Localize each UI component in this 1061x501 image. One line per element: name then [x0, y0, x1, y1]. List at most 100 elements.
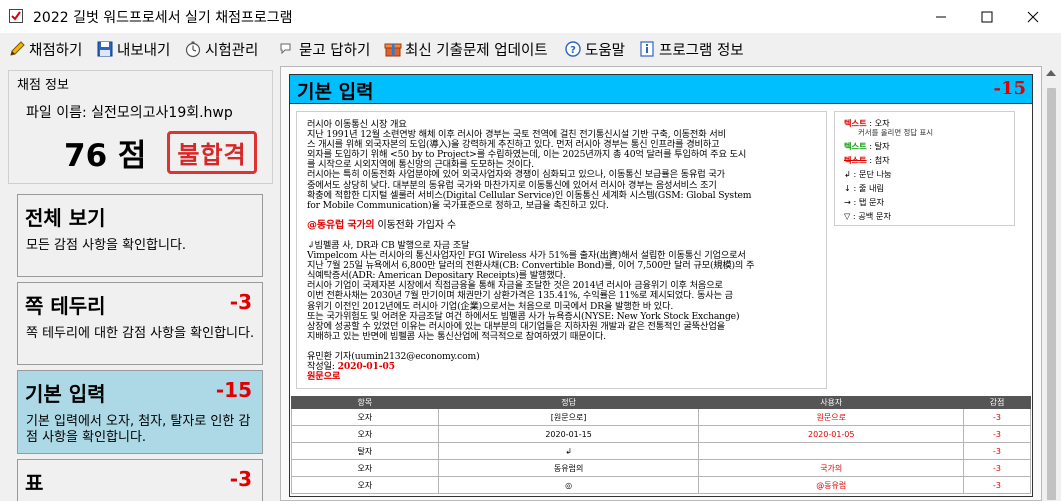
doc-heading-rest: 이동전화 가입자 수 — [374, 219, 457, 231]
table-row[interactable]: 오자 2020-01-15 2020-01-05 -3 — [291, 425, 1031, 443]
menu-qna[interactable]: 묻고 답하기 — [278, 38, 370, 60]
menu-label: 내보내기 — [117, 42, 171, 59]
legend-tab: → : 탭 문자 — [844, 197, 885, 207]
legend-paragraph: ↲ : 문단 나눔 — [844, 169, 892, 179]
card-title: 기본 입력 — [25, 382, 106, 406]
cell-answer: ◎ — [437, 476, 700, 494]
cell-deduct: -3 — [963, 408, 1031, 426]
table-row[interactable]: 오자 [원문으로] 원문으로 -3 — [291, 408, 1031, 426]
menu-bar: 채점하기 내보내기 시험관리 묻고 답하기 최신 기출문제 업데이트 ? 도움말… — [0, 33, 1061, 63]
pencil-icon — [8, 40, 26, 58]
minimize-icon — [936, 16, 946, 17]
menu-help[interactable]: ? 도움말 — [564, 38, 625, 60]
legend-missing: 텍스트 : 탈자 — [844, 140, 890, 152]
header-user[interactable]: 사용자 — [698, 396, 965, 409]
card-description: 모든 감점 사항을 확인합니다. — [26, 238, 187, 253]
doc-heading-typo[interactable]: @동유럽 국가의 — [307, 220, 375, 231]
cell-item: 오자 — [291, 476, 439, 494]
card-basic-input[interactable]: 기본 입력 -15 기본 입력에서 오자, 첨자, 탈자로 인한 감점 사항을 … — [17, 370, 263, 454]
chat-icon — [278, 40, 296, 58]
info-icon — [638, 40, 656, 58]
score-info-group: 채점 정보 파일 이름: 실전모의고사19회.hwp 76 점 불합격 — [8, 70, 273, 184]
header-answer[interactable]: 정답 — [437, 396, 700, 409]
score-info-legend: 채점 정보 — [17, 78, 69, 93]
legend-missing-sample: 텍스트 — [844, 141, 867, 151]
close-icon — [1027, 11, 1039, 22]
table-header-row: 항목 정답 사용자 감점 — [291, 396, 1031, 409]
legend-space: ▽ : 공백 문자 — [844, 211, 891, 221]
maximize-button[interactable] — [964, 0, 1010, 33]
header-deduct[interactable]: 감점 — [963, 396, 1031, 409]
doc-line: 이번 전환사채는 2030년 7월 만기이며 채권만기 상환가격은 135.41… — [307, 290, 733, 302]
timer-icon — [184, 40, 202, 58]
menu-about[interactable]: 프로그램 정보 — [638, 38, 744, 60]
cell-answer: 동유럽의 — [437, 459, 700, 477]
close-button[interactable] — [1010, 0, 1056, 33]
cell-user: @동유럽 — [698, 476, 965, 494]
menu-grade[interactable]: 채점하기 — [8, 38, 82, 60]
legend-linebreak: ↓ : 줄 내림 — [844, 183, 885, 193]
doc-date-line: 작성일: 2020-01-05 — [307, 361, 822, 372]
card-deduction: -3 — [229, 467, 252, 491]
section-title: 기본 입력 — [297, 81, 374, 103]
card-title: 표 — [25, 471, 44, 495]
menu-label: 묻고 답하기 — [299, 42, 371, 59]
score-value: 76 점 — [64, 138, 147, 174]
card-title: 쪽 테두리 — [25, 294, 106, 318]
gift-icon — [384, 40, 402, 58]
save-icon — [96, 40, 114, 58]
app-icon — [9, 9, 23, 23]
header-item[interactable]: 항목 — [291, 396, 439, 409]
menu-label: 최신 기출문제 업데이트 — [405, 42, 548, 59]
scroll-thumb[interactable] — [1047, 88, 1056, 500]
title-bar: 2022 길벗 워드프로세서 실기 채점프로그램 — [0, 0, 1061, 33]
cell-deduct: -3 — [963, 476, 1031, 494]
cell-deduct: -3 — [963, 459, 1031, 477]
cell-deduct: -3 — [963, 442, 1031, 460]
svg-text:?: ? — [570, 45, 576, 56]
legend-extra-sample: 텍스트 — [844, 155, 867, 165]
section-header: 기본 입력 -15 — [289, 74, 1033, 104]
table-row[interactable]: 오자 ◎ @동유럽 -3 — [291, 476, 1031, 494]
fail-stamp-text: 불합격 — [177, 141, 247, 169]
cell-answer: [원문으로] — [437, 408, 700, 426]
legend-box: 텍스트 : 오자 커서를 올리면 정답 표시 텍스트 : 탈자 텍스트 : 첨자… — [834, 111, 1015, 226]
card-deduction: -15 — [215, 378, 252, 402]
card-all-view[interactable]: 전체 보기 모든 감점 사항을 확인합니다. — [17, 194, 263, 277]
menu-label: 시험관리 — [205, 42, 259, 59]
menu-label: 채점하기 — [29, 42, 83, 59]
table-row[interactable]: 오자 동유럽의 국가의 -3 — [291, 459, 1031, 477]
window-title: 2022 길벗 워드프로세서 실기 채점프로그램 — [33, 10, 293, 26]
file-name: 파일 이름: 실전모의고사19회.hwp — [26, 105, 233, 121]
card-table[interactable]: 표 -3 — [17, 459, 263, 501]
menu-export[interactable]: 내보내기 — [96, 38, 170, 60]
cell-user: 2020-01-05 — [698, 425, 965, 443]
cell-item: 탈자 — [291, 442, 439, 460]
document-preview: 러시아 이동통신 시장 개요 지난 1991년 12월 소련연방 해체 이후 러… — [296, 111, 827, 389]
card-title: 전체 보기 — [25, 206, 106, 230]
vertical-scrollbar[interactable] — [1042, 66, 1061, 501]
doc-date-typo[interactable]: 2020-01-05 — [338, 361, 395, 372]
cell-answer: ↲ — [437, 442, 700, 460]
minimize-button[interactable] — [918, 0, 964, 33]
scroll-up-icon[interactable] — [1046, 70, 1056, 76]
card-description: 기본 입력에서 오자, 첨자, 탈자로 인한 감점 사항을 확인합니다. — [26, 414, 251, 445]
doc-source-typo[interactable]: 원문으로 — [307, 371, 822, 382]
table-row[interactable]: 탈자 ↲ -3 — [291, 442, 1031, 460]
legend-missing-name: : 탈자 — [866, 141, 890, 151]
card-description: 쪽 테두리에 대한 감점 사항을 확인합니다. — [26, 326, 255, 341]
doc-heading: @동유럽 국가의 이동전화 가입자 수 — [307, 219, 822, 231]
menu-exam[interactable]: 시험관리 — [184, 38, 258, 60]
menu-label: 도움말 — [585, 42, 626, 59]
card-page-border[interactable]: 쪽 테두리 -3 쪽 테두리에 대한 감점 사항을 확인합니다. — [17, 282, 263, 365]
legend-typo-sub: 커서를 올리면 정답 표시 — [858, 128, 934, 137]
result-table: 항목 정답 사용자 감점 오자 [원문으로] 원문으로 -3 오자 2020-0… — [291, 396, 1031, 494]
cell-item: 오자 — [291, 425, 439, 443]
app-window: 2022 길벗 워드프로세서 실기 채점프로그램 채점하기 내보내기 시험관리 … — [0, 0, 1061, 501]
cell-user — [698, 442, 965, 460]
section-deduction: -15 — [993, 78, 1026, 99]
cell-item: 오자 — [291, 459, 439, 477]
cell-answer: 2020-01-15 — [437, 425, 700, 443]
menu-update[interactable]: 최신 기출문제 업데이트 — [384, 38, 548, 60]
card-deduction: -3 — [229, 290, 252, 314]
